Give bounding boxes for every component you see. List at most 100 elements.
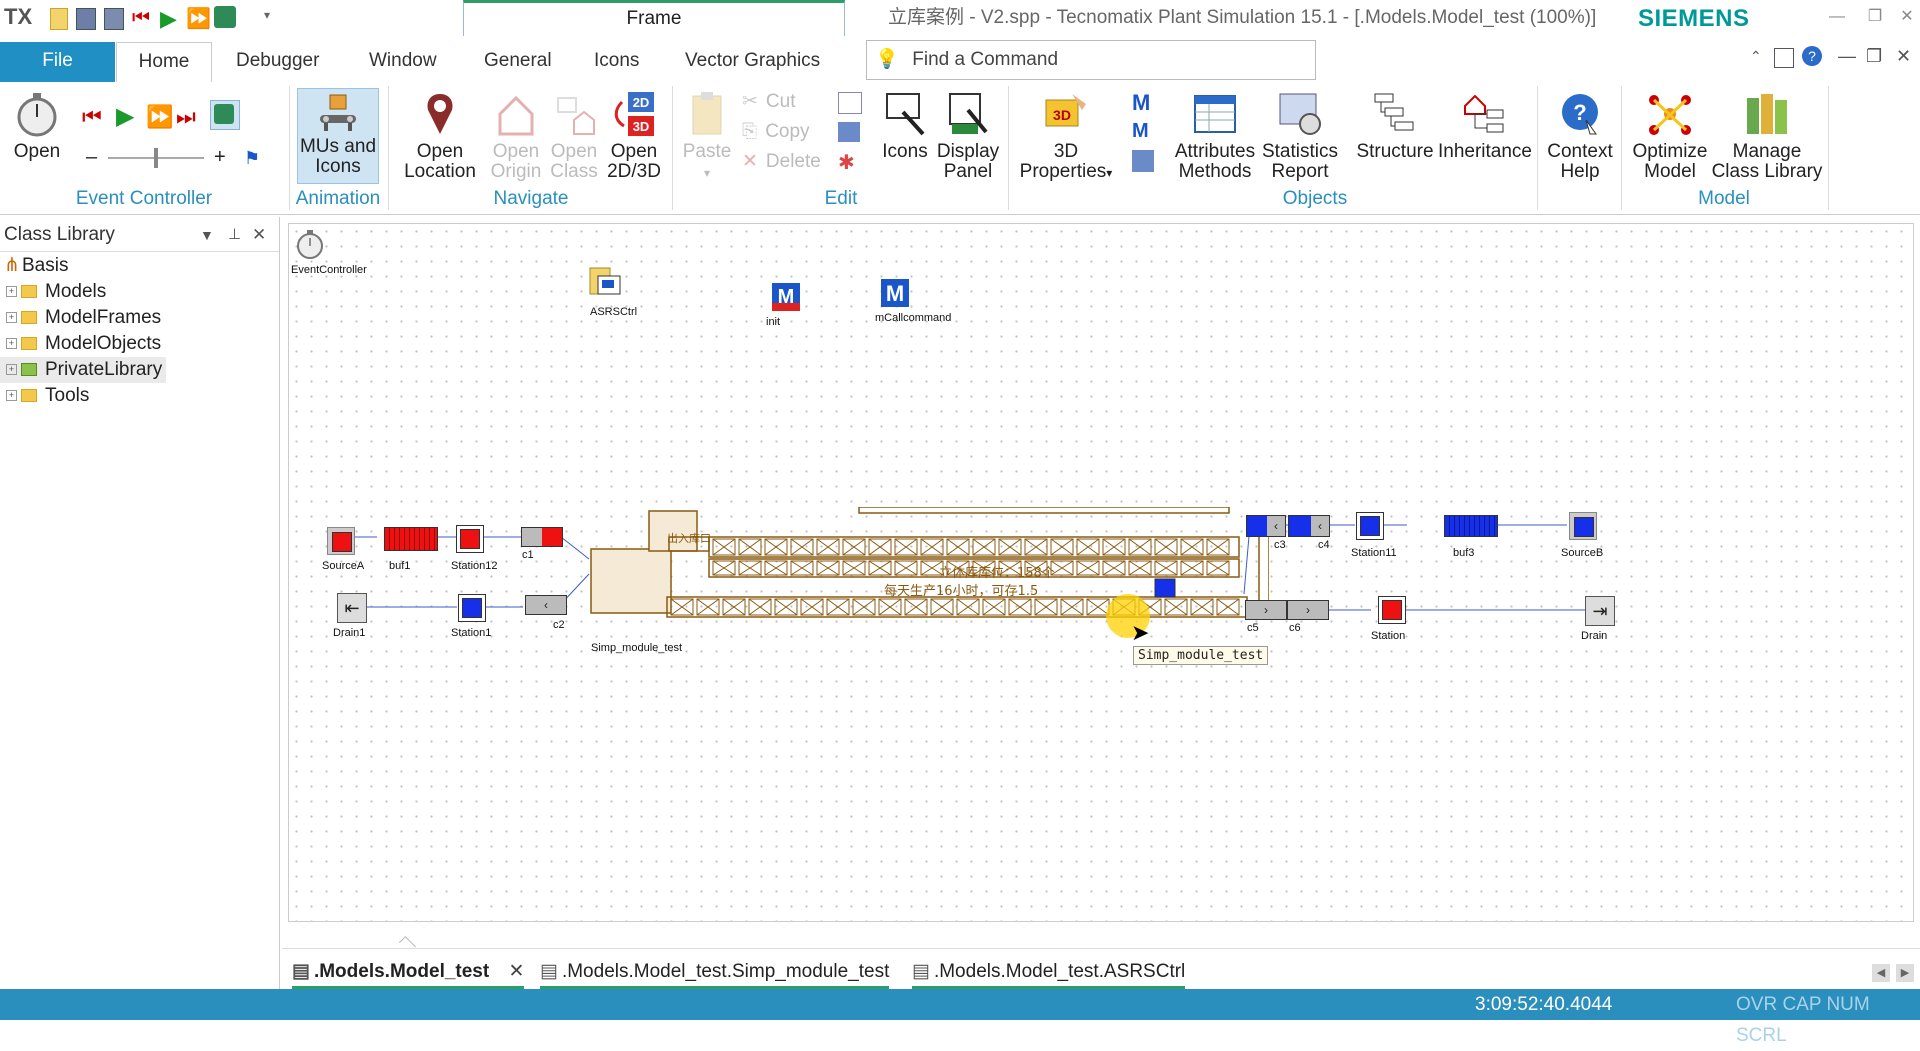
open-origin-button[interactable]: Open Origin <box>486 90 546 182</box>
model-canvas[interactable]: EventController ASRSCtrl M init M mCallc… <box>288 223 1914 922</box>
pin-icon[interactable]: ⊥ <box>228 219 241 251</box>
doc-close-icon[interactable]: ✕ <box>1896 46 1911 67</box>
icons-button[interactable]: Icons <box>878 90 932 162</box>
fast-forward-icon[interactable]: ⏩ <box>186 6 211 31</box>
conveyor-c1[interactable] <box>521 527 563 547</box>
buffer-buf3[interactable] <box>1444 515 1498 537</box>
tab-scroll-left-icon[interactable]: ◀ <box>1872 964 1890 982</box>
tree-root-basis[interactable]: ⋔ Basis <box>0 253 68 279</box>
ribbon-collapse-icon[interactable]: ⌃ <box>1750 48 1762 65</box>
expand-icon[interactable]: + <box>6 364 17 376</box>
minimize-button[interactable]: ― <box>1820 2 1854 32</box>
panel-dropdown-icon[interactable]: ▼ <box>200 219 214 251</box>
doc-tab-model-test[interactable]: ▤ .Models.Model_test ✕ <box>292 958 525 989</box>
conveyor-c3[interactable]: ‹ <box>1246 515 1286 537</box>
qat-dropdown-icon[interactable]: ▾ <box>264 8 270 22</box>
realtime-toggle[interactable] <box>210 100 240 130</box>
layout-icon[interactable] <box>1774 48 1794 68</box>
tab-general[interactable]: General <box>470 42 566 82</box>
display-panel-button[interactable]: Display Panel <box>932 90 1004 182</box>
faster-button[interactable]: + <box>214 146 226 169</box>
method-call-icon[interactable]: M <box>1132 120 1149 143</box>
realtime-icon[interactable] <box>214 6 236 28</box>
open-2d3d-button[interactable]: 2D 3D Open 2D/3D <box>604 90 664 182</box>
tab-vector-graphics[interactable]: Vector Graphics <box>671 42 834 82</box>
find-command-input[interactable]: 💡 Find a Command <box>866 40 1316 80</box>
start-icon[interactable]: ▶ <box>160 6 177 32</box>
conveyor-c5[interactable]: › <box>1245 600 1287 620</box>
new-icon[interactable] <box>50 8 68 30</box>
speed-slider-thumb[interactable] <box>154 148 158 168</box>
inheritance-button[interactable]: Inheritance <box>1434 90 1536 162</box>
tab-file[interactable]: File <box>0 42 115 82</box>
fast-sim-icon[interactable]: ⏩ <box>146 104 173 130</box>
conveyor-c6[interactable]: › <box>1287 600 1329 620</box>
doc-minimize-icon[interactable]: ― <box>1838 46 1856 67</box>
close-button[interactable]: ✕ <box>1890 2 1920 32</box>
step-sim-icon[interactable]: ⏭ <box>176 104 196 130</box>
save-icon[interactable] <box>76 8 96 30</box>
drain1[interactable]: ⇤ <box>337 593 367 623</box>
expand-icon[interactable]: + <box>6 312 17 324</box>
asrs-note-text: 每天生产16小时，可存1.5 <box>884 583 1038 599</box>
station12[interactable] <box>456 525 484 553</box>
tab-window[interactable]: Window <box>355 42 451 82</box>
expand-icon[interactable]: + <box>6 286 17 298</box>
tree-item-modelframes[interactable]: + ModelFrames <box>0 305 161 331</box>
manage-class-library-button[interactable]: Manage Class Library <box>1710 90 1824 182</box>
tree-item-models[interactable]: + Models <box>0 279 106 305</box>
method-m-icon[interactable]: M <box>1132 90 1150 116</box>
open-event-controller-button[interactable]: Open <box>8 90 66 162</box>
reset-icon[interactable]: ⏮ <box>132 7 150 30</box>
maximize-button[interactable]: ❐ <box>1858 2 1892 32</box>
optimize-model-button[interactable]: Optimize Model <box>1626 90 1714 182</box>
conveyor-c2[interactable]: ‹ <box>525 595 567 615</box>
edit-icon[interactable] <box>838 122 860 142</box>
tab-debugger[interactable]: Debugger <box>222 42 333 82</box>
buffer-buf1[interactable] <box>384 527 438 551</box>
cut-button[interactable]: ✂ Cut <box>742 90 796 114</box>
tree-item-tools[interactable]: + Tools <box>0 383 89 409</box>
doc-tab-simp-module-test[interactable]: ▤ .Models.Model_test.Simp_module_test <box>540 958 890 989</box>
attributes-methods-button[interactable]: Attributes Methods <box>1170 90 1260 182</box>
mus-and-icons-button[interactable]: MUs and Icons <box>297 88 379 184</box>
start-sim-icon[interactable]: ▶ <box>116 102 134 131</box>
doc-restore-icon[interactable]: ❐ <box>1866 46 1882 67</box>
paste-button[interactable]: Paste ▾ <box>680 90 734 183</box>
tab-icons[interactable]: Icons <box>580 42 653 82</box>
simp-module-test[interactable]: 出入库口 立体库库位：158个 每天生产16小时，可存1.5 <box>589 507 1269 627</box>
statistics-report-button[interactable]: Statistics Report <box>1256 90 1344 182</box>
rename-icon[interactable] <box>838 92 862 114</box>
pick-icon[interactable]: ✱ <box>838 150 855 175</box>
conveyor-c4[interactable]: ‹ <box>1288 515 1330 537</box>
expand-icon[interactable]: + <box>6 390 17 402</box>
drain[interactable]: ⇥ <box>1585 596 1615 626</box>
copy-button[interactable]: ⎘ Copy <box>742 120 810 144</box>
sim-settings-icon[interactable]: ⚑ <box>244 148 266 170</box>
tree-item-privatelibrary[interactable]: + PrivateLibrary <box>0 357 166 383</box>
3d-properties-button[interactable]: 3D 3D Properties▾ <box>1018 90 1114 183</box>
tree-item-modelobjects[interactable]: + ModelObjects <box>0 331 161 357</box>
station1[interactable] <box>458 594 486 622</box>
tab-scroll-right-icon[interactable]: ▶ <box>1896 964 1914 982</box>
source-b[interactable] <box>1569 512 1597 540</box>
save-as-icon[interactable] <box>104 8 124 30</box>
structure-button[interactable]: Structure <box>1352 90 1438 162</box>
delete-button[interactable]: ✕ Delete <box>742 150 821 174</box>
expand-icon[interactable]: + <box>6 338 17 350</box>
open-location-button[interactable]: Open Location <box>400 90 480 182</box>
station[interactable] <box>1378 596 1406 624</box>
slower-button[interactable]: – <box>86 146 97 169</box>
reset-sim-icon[interactable]: ⏮ <box>82 104 102 130</box>
open-class-button[interactable]: Open Class <box>546 90 602 182</box>
station11[interactable] <box>1356 512 1384 540</box>
panel-close-icon[interactable]: ✕ <box>252 219 266 251</box>
method-edit-icon[interactable] <box>1132 150 1154 172</box>
doc-tab-close-icon[interactable]: ✕ <box>508 961 524 982</box>
tab-home[interactable]: Home <box>116 42 212 83</box>
help-icon[interactable]: ? <box>1802 46 1822 66</box>
doc-tab-asrsctrl[interactable]: ▤ .Models.Model_test.ASRSCtrl <box>912 958 1186 989</box>
source-a[interactable] <box>327 527 355 555</box>
speed-slider[interactable] <box>108 148 204 168</box>
context-help-button[interactable]: ? Context Help <box>1542 90 1618 182</box>
